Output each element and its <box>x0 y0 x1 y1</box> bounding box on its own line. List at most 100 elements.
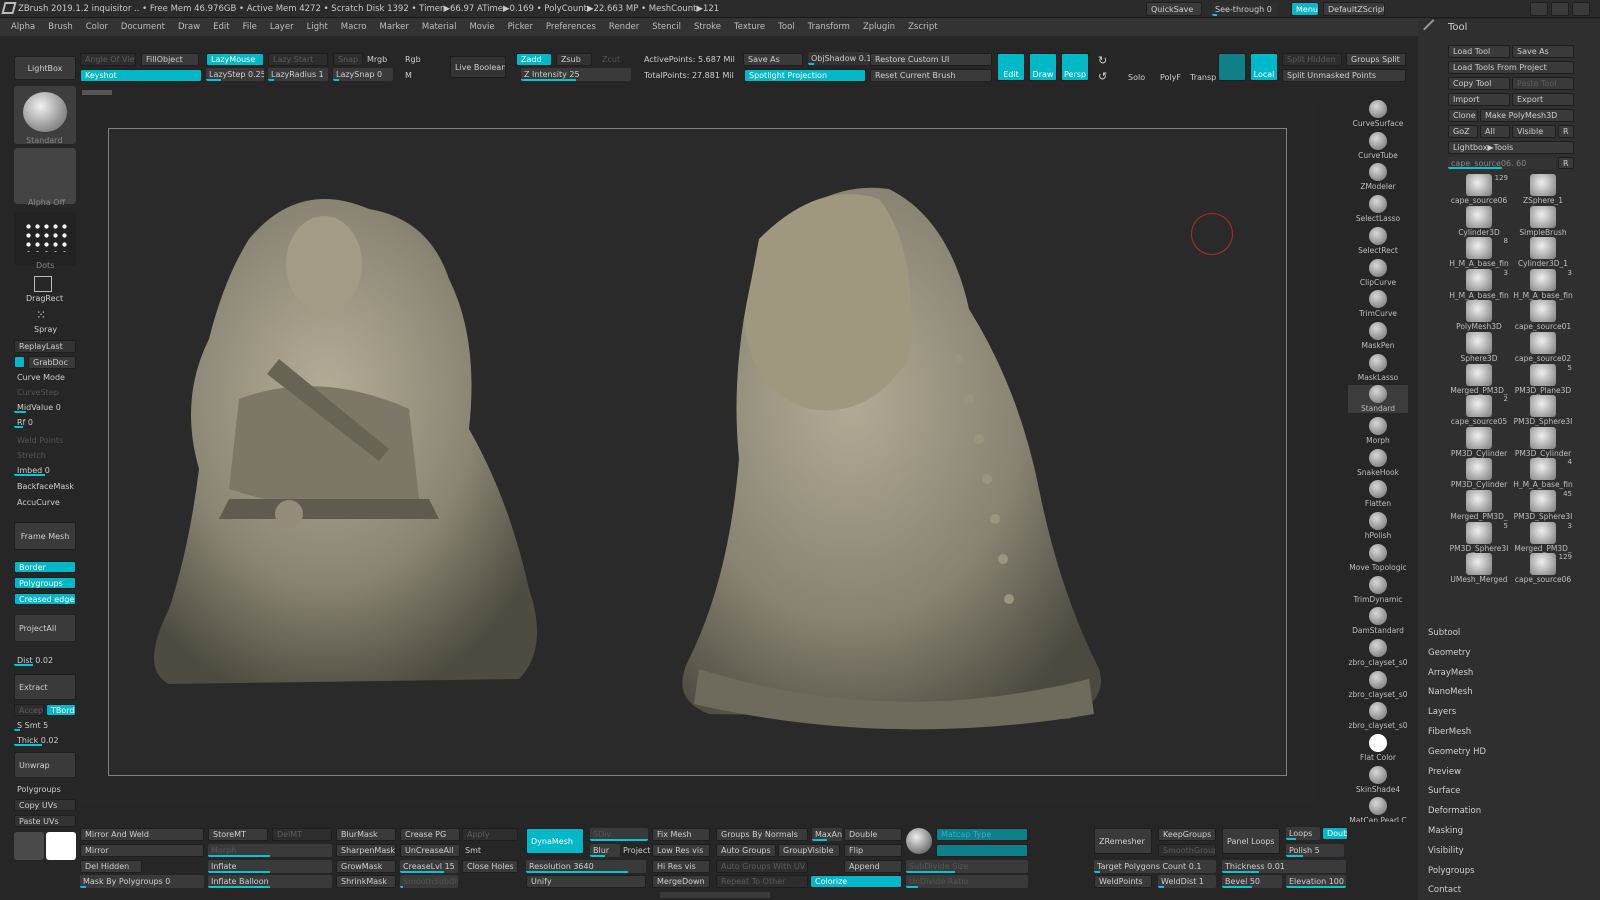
dragrect-icon[interactable] <box>34 276 52 292</box>
tool-tile[interactable]: cape_source01 <box>1512 300 1574 331</box>
window-min-button[interactable] <box>1530 2 1548 16</box>
tool-tile[interactable]: H_M_A_base_fin 3 <box>1448 268 1510 300</box>
bevel-slider[interactable]: Bevel 50 <box>1222 875 1282 888</box>
tool-tile[interactable]: Merged_PM3D_ 3 <box>1512 521 1574 553</box>
brush-clipcurve[interactable]: ClipCurve <box>1348 258 1408 287</box>
blurmask-button[interactable]: BlurMask <box>336 828 396 841</box>
tool-tile[interactable]: cape_source02 <box>1512 332 1574 363</box>
seethrough-slider[interactable]: See-through 0 <box>1212 2 1278 16</box>
menu-item-edit[interactable]: Edit <box>213 22 229 32</box>
polygroups-uv-button[interactable]: Polygroups <box>17 785 61 794</box>
mrgb-toggle[interactable]: Mrgb <box>367 55 387 64</box>
extract-button[interactable]: Extract <box>14 674 76 700</box>
tool-tile[interactable]: UMesh_Merged <box>1448 553 1510 584</box>
quicksave-button[interactable]: QuickSave <box>1146 2 1202 16</box>
subpalette-nanomesh[interactable]: NanoMesh <box>1428 687 1473 697</box>
double-loops-toggle[interactable]: Doubl <box>1322 827 1348 840</box>
brush-selectrect[interactable]: SelectRect <box>1348 226 1408 255</box>
brush-zbro-clayset-s0[interactable]: zbro_clayset_s0 <box>1348 670 1408 699</box>
accucurve-button[interactable]: AccuCurve <box>17 498 60 507</box>
ghost-button[interactable] <box>1218 53 1246 81</box>
rotate-icon[interactable]: ↻ <box>1098 54 1107 67</box>
menu-item-stencil[interactable]: Stencil <box>652 22 681 32</box>
transp-button[interactable]: Transp <box>1190 73 1216 82</box>
panel-loops-button[interactable]: Panel Loops <box>1222 828 1280 854</box>
tool-tile[interactable]: Cylinder3D <box>1448 205 1510 237</box>
tool-tile[interactable]: H_M_A_base_fin 8 <box>1448 237 1510 268</box>
mask-polygroups-slider[interactable]: Mask By Polygroups 0 <box>80 875 204 888</box>
lazymouse-button[interactable]: LazyMouse <box>206 53 264 66</box>
local-button[interactable]: Local <box>1250 53 1278 81</box>
subpalette-visibility[interactable]: Visibility <box>1428 846 1464 856</box>
menu-item-draw[interactable]: Draw <box>178 22 200 32</box>
menu-item-brush[interactable]: Brush <box>48 22 73 32</box>
polyf-button[interactable]: PolyF <box>1160 73 1181 82</box>
angle-of-view-button[interactable]: Angle Of View <box>80 53 136 66</box>
split-hidden-button[interactable]: Split Hidden <box>1282 53 1342 66</box>
secondary-color-swatch[interactable] <box>14 832 44 860</box>
tool-tile[interactable]: Merged_PM3D_ <box>1448 363 1510 395</box>
reset-current-brush-button[interactable]: Reset Current Brush <box>870 69 992 82</box>
menus-button[interactable]: Menus <box>1291 2 1319 16</box>
menu-item-light[interactable]: Light <box>307 22 328 32</box>
current-tool-r-button[interactable]: R <box>1558 157 1574 169</box>
tool-tile[interactable]: PM3D_Cylinder <box>1512 426 1574 458</box>
brush-flatten[interactable]: Flatten <box>1348 480 1408 508</box>
clone-button[interactable]: Clone <box>1448 109 1478 122</box>
tool-tile[interactable]: PM3D_Cylinder <box>1448 426 1510 458</box>
rotate-alt-icon[interactable]: ↺ <box>1098 70 1107 83</box>
tool-tile[interactable]: PM3D_Plane3D 5 <box>1512 363 1574 395</box>
import-button[interactable]: Import <box>1448 93 1510 106</box>
menu-item-material[interactable]: Material <box>422 22 457 32</box>
brush-snakehook[interactable]: SnakeHook <box>1348 448 1408 477</box>
tool-tile[interactable]: ZSphere_1 <box>1512 174 1574 205</box>
subpalette-masking[interactable]: Masking <box>1428 826 1463 836</box>
unify-button[interactable]: Unify <box>526 875 646 888</box>
subpalette-geometry[interactable]: Geometry <box>1428 648 1470 658</box>
tool-tile[interactable]: H_M_A_base_fin 4 <box>1512 458 1574 489</box>
brush-morph[interactable]: Morph <box>1348 417 1408 445</box>
menu-item-picker[interactable]: Picker <box>508 22 533 32</box>
grabdoc-button[interactable]: GrabDoc <box>28 356 76 369</box>
brush-masklasso[interactable]: MaskLasso <box>1348 353 1408 382</box>
menu-item-tool[interactable]: Tool <box>778 22 795 32</box>
tool-tile[interactable]: PM3D_Sphere3I 45 <box>1512 490 1574 521</box>
elevation-slider[interactable]: Elevation 100 <box>1286 875 1346 888</box>
auto-groups-uv-button[interactable]: Auto Groups With UV <box>716 860 808 873</box>
groups-split-button[interactable]: Groups Split <box>1346 53 1406 66</box>
paste-uvs-button[interactable]: Paste UVs <box>14 815 76 827</box>
lightbox-button[interactable]: LightBox <box>14 56 76 80</box>
lazysnap-slider[interactable]: LazySnap 0 <box>333 68 393 81</box>
saveas-top-button[interactable]: Save As <box>743 53 803 66</box>
resolution-slider[interactable]: Resolution 3640 <box>526 860 646 873</box>
zcut-button[interactable]: Zcut <box>602 55 620 64</box>
ssmt-slider[interactable]: S Smt 5 <box>14 719 76 731</box>
tool-tile[interactable]: PM3D_Cylinder <box>1448 458 1510 489</box>
alpha-thumb[interactable] <box>14 148 76 204</box>
auto-groups-button[interactable]: Auto Groups <box>716 844 776 857</box>
weld-points-button[interactable]: Weld Points <box>17 436 63 445</box>
split-unmasked-button[interactable]: Split Unmasked Points <box>1282 69 1406 82</box>
menu-item-alpha[interactable]: Alpha <box>11 22 35 32</box>
dist-slider[interactable]: Dist 0.02 <box>14 654 76 666</box>
weldpoints-button[interactable]: WeldPoints <box>1094 875 1152 888</box>
document-scroll-handle[interactable] <box>82 90 112 95</box>
frame-mesh-button[interactable]: Frame Mesh <box>14 522 76 550</box>
z-intensity-slider[interactable]: Z Intensity 25 <box>521 68 631 81</box>
menu-item-movie[interactable]: Movie <box>469 22 494 32</box>
colorize-button[interactable]: Colorize <box>810 875 902 888</box>
menu-item-macro[interactable]: Macro <box>341 22 367 32</box>
crease-pg-button[interactable]: Crease PG <box>400 828 460 841</box>
backfacemask-button[interactable]: BackfaceMask <box>17 482 74 491</box>
projectall-button[interactable]: ProjectAll <box>14 614 76 642</box>
zadd-button[interactable]: Zadd <box>516 53 552 66</box>
loops-slider[interactable]: Loops <box>1286 827 1320 840</box>
subpalette-subtool[interactable]: Subtool <box>1428 628 1460 638</box>
brush-curvesurface[interactable]: CurveSurface <box>1348 100 1408 128</box>
border-toggle[interactable]: Border <box>14 561 76 573</box>
accept-button[interactable]: Accept <box>14 704 44 716</box>
menu-item-marker[interactable]: Marker <box>380 22 409 32</box>
tool-tile[interactable]: Cylinder3D_1 <box>1512 237 1574 268</box>
objshadow-slider[interactable]: ObjShadow 0.1 <box>808 52 870 65</box>
tool-tile[interactable]: PM3D_Sphere3I 5 <box>1448 521 1510 553</box>
